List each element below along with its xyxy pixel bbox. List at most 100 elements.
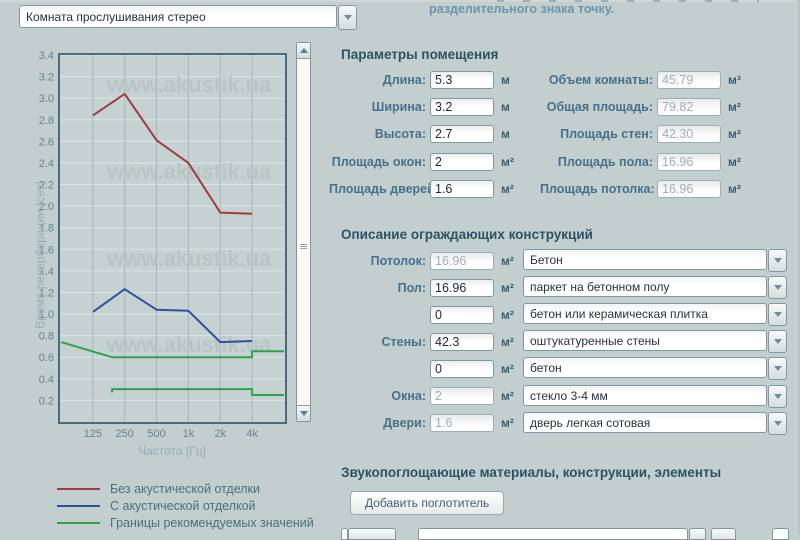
ceiling-area-input [430,252,494,270]
svg-text:Время реверберации [сек]: Время реверберации [сек] [33,181,47,328]
dropdown-arrow-button[interactable] [768,249,787,272]
walls-area-field [657,125,721,143]
chart-legend: Без акустической отделки С акустической … [57,480,314,532]
windows-material-select[interactable]: стекло 3-4 мм [523,385,787,408]
chevron-down-icon [774,394,782,399]
triangle-down-icon [300,411,308,416]
absorber-row-button-2[interactable] [711,528,736,540]
room-type-select[interactable]: Комната прослушивания стерео [19,5,357,30]
chevron-down-icon [774,258,782,263]
absorber-material-select[interactable] [418,528,688,540]
floor-material-value[interactable]: паркет на бетонном полу [523,276,767,297]
absorbers-section-title: Звукопоглощающие материалы, конструкции,… [341,465,721,480]
dropdown-arrow-button[interactable] [768,330,787,353]
absorber-row-field[interactable] [772,528,789,540]
floor-material-select[interactable]: паркет на бетонном полу [523,276,787,299]
svg-text:Частота [Гц]: Частота [Гц] [138,444,206,458]
walls-area-input[interactable] [430,333,494,351]
absorber-dropdown-arrow[interactable] [689,528,706,540]
floor-secondary-material-value[interactable]: бетон или керамическая плитка [523,303,767,324]
params-right-column: Объем комнаты: м³ Общая площадь: м² Площ… [540,66,750,203]
svg-text:2.6: 2.6 [39,136,54,148]
length-input[interactable] [430,71,494,89]
ceiling-material-select[interactable]: Бетон [523,249,787,272]
unit-label: м² [728,127,750,141]
unit-label: м [501,73,523,87]
svg-text:500: 500 [147,428,165,440]
svg-text:4k: 4k [246,428,258,440]
legend-item-untreated: Без акустической отделки [57,480,314,497]
doors-material-value[interactable]: дверь легкая сотовая [523,412,767,433]
scroll-up-button[interactable] [297,43,310,59]
room-type-value[interactable]: Комната прослушивания стерео [19,5,337,28]
acoustic-calculator-page: { "top": { "room_select_value": "Комната… [0,0,800,534]
doors-material-select[interactable]: дверь легкая сотовая [523,412,787,435]
walls-material-row: Стены: м² оштукатуренные стены [329,328,787,355]
walls-secondary-material-value[interactable]: бетон [523,357,767,378]
windows-label: Окна: [329,389,426,403]
ceiling-area-field [657,180,721,198]
walls-area-row: Площадь стен: м² [540,121,750,148]
absorber-row-checkbox[interactable] [341,528,348,540]
svg-text:0.2: 0.2 [39,395,54,407]
reverberation-chart: 0.20.40.60.81.01.21.41.61.82.02.22.42.62… [30,40,300,464]
unit-label: м² [501,335,523,349]
walls-area-label: Площадь стен: [540,127,653,141]
svg-text:3.0: 3.0 [39,93,54,105]
legend-swatch-blue [57,505,100,507]
doors-area-label: Площадь дверей: [329,182,426,196]
unit-label: м² [501,389,523,403]
unit-label: м² [728,155,750,169]
unit-label: м² [501,182,523,196]
constructions-section-title: Описание ограждающих конструкций [341,227,593,242]
room-type-dropdown-arrow[interactable] [338,5,357,30]
room-volume-field [657,71,721,89]
svg-text:250: 250 [116,428,134,440]
doors-label: Двери: [329,416,426,430]
windows-material-value[interactable]: стекло 3-4 мм [523,385,767,406]
svg-text:0.8: 0.8 [39,331,54,343]
absorber-row-button[interactable] [348,528,396,540]
dropdown-arrow-button[interactable] [768,412,787,435]
scrollbar-track[interactable] [297,59,310,405]
height-row: Высота: м [329,121,523,148]
length-row: Длина: м [329,66,523,93]
dropdown-arrow-button[interactable] [768,385,787,408]
unit-label: м² [501,416,523,430]
unit-label: м² [501,254,523,268]
legend-swatch-red [57,488,100,490]
floor-secondary-material-select[interactable]: бетон или керамическая плитка [523,303,787,326]
chart-scrollbar[interactable] [296,42,311,422]
dropdown-arrow-button[interactable] [768,303,787,326]
walls-secondary-area-input[interactable] [430,360,494,378]
floor-area-row: Площадь пола: м² [540,148,750,175]
height-input[interactable] [430,125,494,143]
windows-area-input[interactable] [430,153,494,171]
ceiling-material-value[interactable]: Бетон [523,249,767,270]
walls-material-value[interactable]: оштукатуренные стены [523,330,767,351]
ceiling-label: Потолок: [329,254,426,268]
ceiling-area-row: Площадь потолка: м² [540,176,750,203]
width-label: Ширина: [329,100,426,114]
dropdown-arrow-button[interactable] [768,357,787,380]
legend-label: Без акустической отделки [110,482,260,496]
total-area-row: Общая площадь: м² [540,93,750,120]
unit-label: м³ [728,73,750,87]
svg-text:125: 125 [84,428,102,440]
scroll-down-button[interactable] [297,405,310,421]
doors-area-input[interactable] [430,180,494,198]
windows-material-row: Окна: м² стекло 3-4 мм [329,382,787,409]
floor-area-input[interactable] [430,279,494,297]
unit-label: м [501,127,523,141]
svg-text:1k: 1k [183,428,195,440]
walls-material-select[interactable]: оштукатуренные стены [523,330,787,353]
room-volume-label: Объем комнаты: [540,73,653,87]
dropdown-arrow-button[interactable] [768,276,787,299]
floor-area-field [657,153,721,171]
svg-text:2k: 2k [214,428,226,440]
add-absorber-button[interactable]: Добавить поглотитель [350,491,504,515]
floor-secondary-area-input[interactable] [430,306,494,324]
walls-secondary-material-select[interactable]: бетон [523,357,787,380]
width-input[interactable] [430,98,494,116]
scrollbar-grip[interactable] [300,244,307,249]
